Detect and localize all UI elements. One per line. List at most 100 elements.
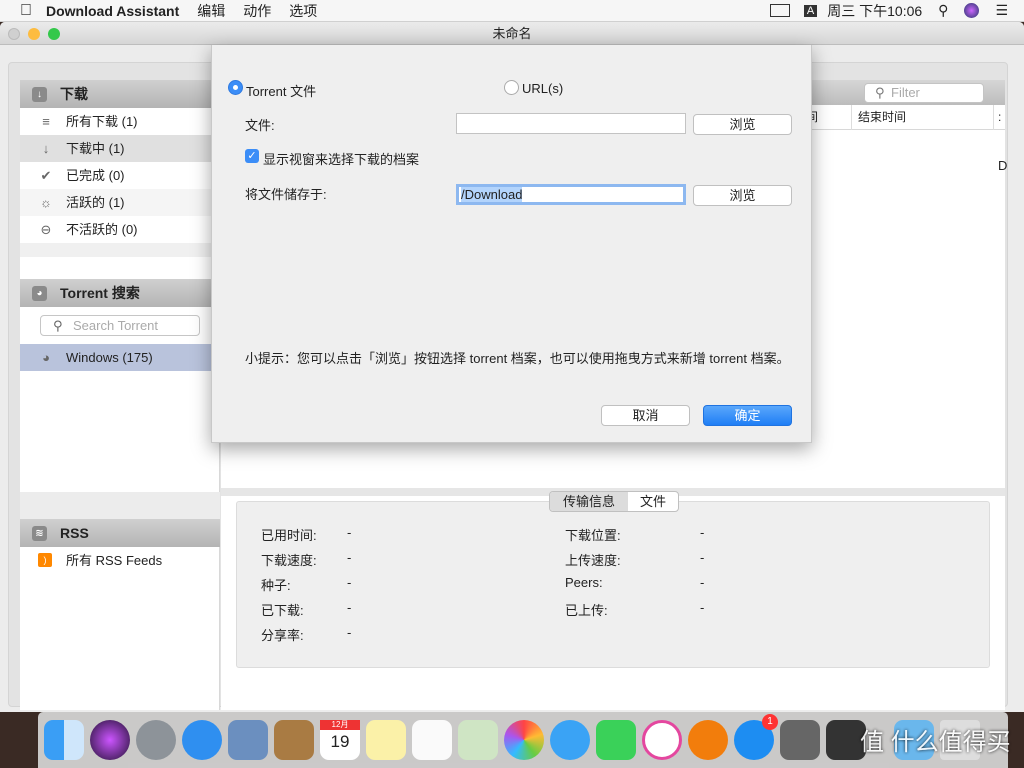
radio-url-label: URL(s): [522, 81, 564, 96]
label: 种子:: [261, 578, 291, 593]
launchpad-icon[interactable]: [136, 720, 176, 760]
airplay-icon[interactable]: [769, 4, 790, 17]
sidebar-item-downloading[interactable]: ↓ 下载中 (1): [20, 135, 220, 162]
tab-files[interactable]: 文件: [628, 492, 678, 511]
tab-transfer-info[interactable]: 传输信息: [550, 492, 628, 511]
sidebar-item-all[interactable]: ≡ 所有下载 (1): [20, 108, 220, 135]
radio-torrent-file[interactable]: [228, 80, 243, 95]
label: 下载位置:: [565, 528, 621, 543]
details-tabs: 传输信息 文件: [549, 491, 679, 512]
list-icon: ≡: [42, 114, 50, 129]
zoom-button[interactable]: [48, 28, 60, 40]
rss-icon: ≋: [32, 526, 47, 541]
sun-icon: ☼: [40, 195, 52, 210]
cancel-button[interactable]: 取消: [601, 405, 690, 426]
photos-icon[interactable]: [504, 720, 544, 760]
value: -: [700, 525, 705, 540]
ok-button[interactable]: 确定: [703, 405, 792, 426]
reminders-icon[interactable]: [412, 720, 452, 760]
radio-url[interactable]: [504, 80, 519, 95]
menu-bar:  Download Assistant 编辑 动作 选项 A 周三 下午10:…: [0, 0, 1024, 22]
window-title: 未命名: [492, 26, 532, 41]
badge: 1: [762, 714, 778, 730]
sidebar-item-windows[interactable]: ◕ Windows (175): [20, 344, 220, 371]
minus-circle-icon: ⊖: [40, 222, 52, 237]
sidebar: ↓ 下载 ≡ 所有下载 (1) ↓ 下载中 (1) ✔ 已完成 (0) ☼ 活跃的 (1)…: [20, 80, 220, 710]
contacts-icon[interactable]: [274, 720, 314, 760]
notification-center-icon[interactable]: ☰: [995, 2, 1008, 19]
maps-icon[interactable]: [458, 720, 498, 760]
apple-icon[interactable]: : [20, 2, 32, 20]
siri-icon[interactable]: [964, 3, 980, 18]
value: -: [700, 575, 705, 590]
clock[interactable]: 周三 下午10:06: [827, 1, 922, 21]
search-torrent-input[interactable]: ⚲ Search Torrent: [40, 315, 200, 336]
notes-icon[interactable]: [366, 720, 406, 760]
facetime-icon[interactable]: [596, 720, 636, 760]
label: 下载速度:: [261, 553, 317, 568]
file-label: 文件:: [245, 118, 275, 133]
search-icon[interactable]: ⚲: [938, 2, 948, 19]
menu-action[interactable]: 动作: [243, 1, 271, 21]
sidebar-item-active[interactable]: ☼ 活跃的 (1): [20, 189, 220, 216]
tip-text: 小提示：您可以点击「浏览」按钮选择 torrent 档案，也可以使用拖曳方式来新…: [245, 351, 790, 366]
column-header-end-time[interactable]: 结束时间: [851, 105, 906, 130]
sidebar-item-completed[interactable]: ✔ 已完成 (0): [20, 162, 220, 189]
checkmark-icon: ✔: [40, 168, 52, 183]
checkbox-label: 显示视窗来选择下载的档案: [263, 152, 420, 167]
section-header-torrent-search: ◕ Torrent 搜索: [20, 279, 220, 307]
torrent-icon: ◕: [42, 350, 50, 365]
search-icon: ⚲: [875, 85, 885, 100]
save-location-input[interactable]: /Download: [456, 184, 686, 205]
add-torrent-dialog: Torrent 文件 URL(s) 文件: 浏览 ✓ 显示视窗来选择下载的档案 …: [211, 45, 812, 443]
show-window-checkbox[interactable]: ✓: [245, 149, 259, 163]
label: 已下载:: [261, 603, 304, 618]
itunes-icon[interactable]: [642, 720, 682, 760]
app-store-icon[interactable]: 1: [734, 714, 778, 760]
label: Peers:: [565, 575, 603, 590]
column-header-next[interactable]: :: [993, 105, 1001, 130]
sidebar-item-rss-feeds[interactable]: ) 所有 RSS Feeds: [20, 547, 220, 574]
input-method-icon[interactable]: A: [803, 4, 818, 17]
messages-icon[interactable]: [550, 720, 590, 760]
rss-icon: ): [38, 553, 52, 567]
save-location-label: 将文件储存于:: [245, 187, 327, 202]
label: 已用时间:: [261, 528, 317, 543]
dock: 12月 19 1 值 什么值得买: [38, 712, 1011, 768]
download-icon: ↓: [32, 87, 47, 102]
filter-input[interactable]: ⚲ Filter: [864, 83, 984, 103]
sidebar-item-inactive[interactable]: ⊖ 不活跃的 (0): [20, 216, 220, 243]
browse-save-button[interactable]: 浏览: [693, 185, 792, 206]
value: -: [347, 600, 352, 615]
siri-icon[interactable]: [90, 720, 130, 760]
search-icon: ⚲: [53, 318, 63, 333]
minimize-button[interactable]: [28, 28, 40, 40]
finder-icon[interactable]: [44, 720, 84, 760]
value: -: [347, 525, 352, 540]
label: 已上传:: [565, 603, 608, 618]
section-header-downloads: ↓ 下载: [20, 80, 220, 108]
file-input[interactable]: [456, 113, 686, 134]
section-header-rss: ≋ RSS: [20, 519, 220, 547]
arrow-down-icon: ↓: [42, 141, 50, 156]
menu-edit[interactable]: 编辑: [197, 1, 225, 21]
torrent-icon: ◕: [32, 286, 47, 301]
table-cell: D: [998, 158, 1008, 173]
close-button[interactable]: [8, 28, 20, 40]
menu-app-name[interactable]: Download Assistant: [46, 3, 179, 19]
menu-options[interactable]: 选项: [289, 1, 317, 21]
value: -: [347, 575, 352, 590]
value: -: [700, 550, 705, 565]
browse-file-button[interactable]: 浏览: [693, 114, 792, 135]
mail-icon[interactable]: [228, 720, 268, 760]
safari-icon[interactable]: [182, 720, 222, 760]
label: 分享率:: [261, 628, 304, 643]
calendar-icon[interactable]: 12月 19: [320, 720, 360, 760]
system-preferences-icon[interactable]: [780, 720, 820, 760]
value: -: [347, 625, 352, 640]
value: -: [347, 550, 352, 565]
radio-torrent-label: Torrent 文件: [246, 84, 317, 99]
ibooks-icon[interactable]: [688, 720, 728, 760]
value: -: [700, 600, 705, 615]
title-bar: 未命名: [0, 22, 1024, 45]
